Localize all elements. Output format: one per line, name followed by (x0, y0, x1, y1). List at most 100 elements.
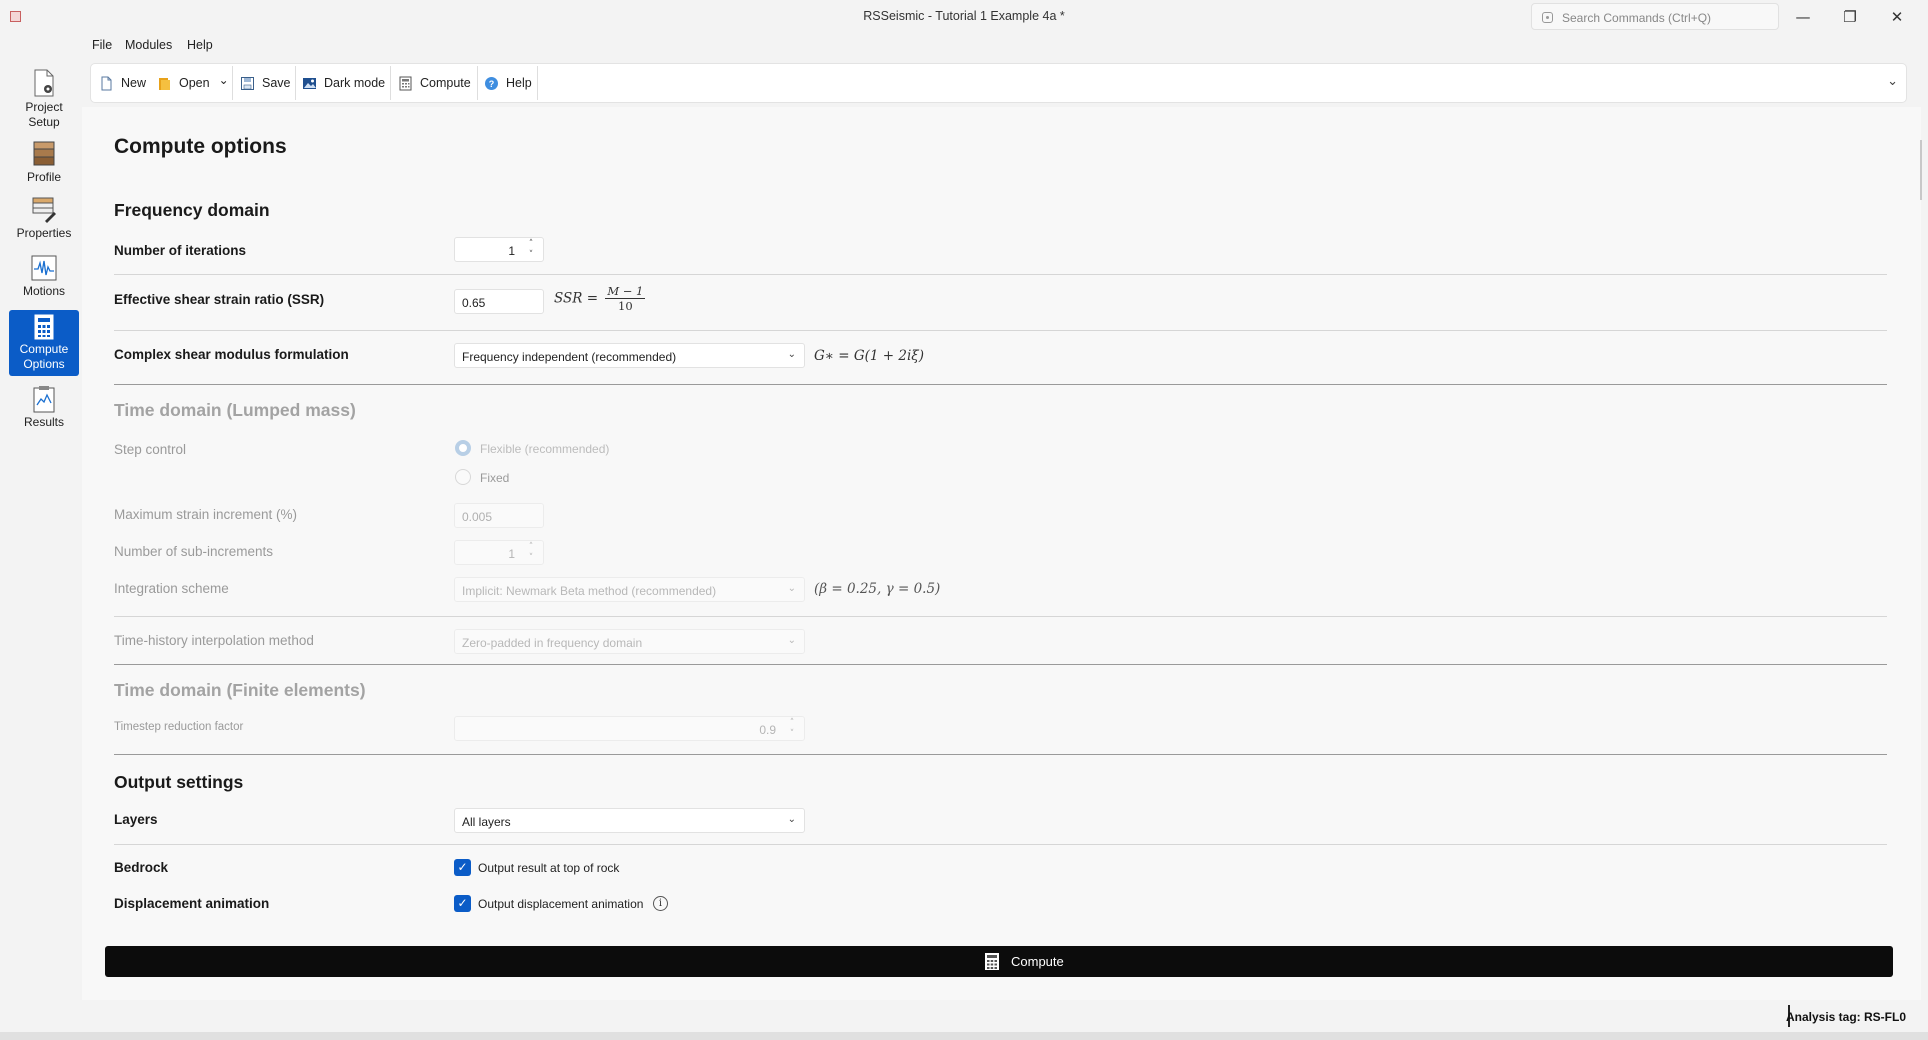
ssr-formula-numerator: M − 1 (605, 284, 646, 299)
stepper-arrows-icon[interactable]: ˄ ˅ (786, 717, 798, 742)
toolbar-compute-button[interactable]: Compute (398, 64, 471, 102)
nav-project-setup-label-2: Setup (28, 115, 60, 129)
toolbar-compute-label: Compute (420, 76, 471, 90)
modulus-formulation-value: Frequency independent (recommended) (462, 350, 677, 364)
step-fixed-radio[interactable] (455, 469, 471, 485)
ssr-input[interactable]: 0.65 (454, 289, 544, 314)
step-control-label: Step control (114, 442, 187, 457)
menu-help[interactable]: Help (187, 38, 213, 52)
minimize-button[interactable]: — (1780, 4, 1826, 30)
step-flexible-label: Flexible (recommended) (480, 442, 610, 456)
bedrock-label: Bedrock (114, 860, 169, 875)
toolbar: New Open ⌄ Save Dark mode Compute ? Help… (90, 63, 1907, 103)
menu-file[interactable]: File (92, 38, 112, 52)
timestep-reduction-value: 0.9 (759, 723, 776, 737)
info-icon[interactable]: i (653, 896, 668, 911)
interpolation-select[interactable]: Zero-padded in frequency domain ⌄ (454, 629, 805, 654)
step-fixed-label: Fixed (480, 471, 510, 485)
modulus-formula: G∗ = G(1 + 2iξ) (814, 348, 924, 364)
status-bar: Analysis tag: RS-FL0 (0, 1001, 1928, 1032)
chevron-down-icon: ⌄ (787, 814, 796, 825)
max-strain-input[interactable]: 0.005 (454, 503, 544, 528)
nav-profile-label: Profile (26, 170, 61, 184)
integration-scheme-label: Integration scheme (114, 581, 229, 596)
stepper-arrows-icon[interactable]: ˄ ˅ (525, 541, 537, 566)
layers-value: All layers (462, 815, 511, 829)
sub-increments-value: 1 (508, 547, 515, 561)
open-dropdown-chevron-icon[interactable]: ⌄ (219, 73, 229, 87)
open-label: Open (179, 76, 210, 90)
displacement-animation-checkbox-label: Output displacement animation (478, 897, 644, 911)
toolbar-separator (232, 66, 233, 100)
open-button[interactable]: Open ⌄ (157, 64, 229, 102)
toolbar-separator (477, 66, 478, 100)
iterations-stepper[interactable]: 1 ˄ ˅ (454, 237, 544, 262)
command-search-input[interactable]: Search Commands (Ctrl+Q) (1531, 3, 1779, 30)
new-button[interactable]: New (99, 64, 146, 102)
save-button[interactable]: Save (240, 64, 291, 102)
nav-motions[interactable]: Motions (9, 254, 79, 304)
new-label: New (121, 76, 147, 90)
nav-project-setup[interactable]: Project Setup (9, 64, 79, 132)
compute-button-label: Compute (1011, 954, 1064, 969)
stepper-arrows-icon[interactable]: ˄ ˅ (525, 238, 537, 263)
sub-increments-label: Number of sub-increments (114, 544, 274, 559)
step-flexible-radio[interactable] (455, 440, 471, 456)
divider (114, 330, 1887, 331)
frequency-domain-heading: Frequency domain (114, 200, 270, 220)
nav-results[interactable]: Results (9, 385, 79, 437)
compute-button[interactable]: Compute (105, 946, 1893, 977)
displacement-animation-checkbox[interactable]: ✓ (454, 895, 471, 912)
section-divider (114, 384, 1887, 385)
toolbar-separator (390, 66, 391, 100)
toolbar-help-label: Help (506, 76, 532, 90)
collapse-ribbon-chevron-icon[interactable]: ⌄ (1887, 74, 1898, 89)
displacement-animation-label: Displacement animation (114, 896, 270, 911)
save-label: Save (262, 76, 291, 90)
nav-compute-options[interactable]: Compute Options (9, 310, 79, 376)
vertical-scrollbar[interactable] (1920, 140, 1922, 200)
max-strain-value: 0.005 (462, 510, 493, 524)
nav-properties[interactable]: Properties (9, 196, 79, 244)
modulus-formulation-select[interactable]: Frequency independent (recommended) ⌄ (454, 343, 805, 368)
save-icon (241, 76, 254, 90)
time-domain-lumped-heading: Time domain (Lumped mass) (114, 400, 356, 420)
iterations-label: Number of iterations (114, 243, 247, 258)
output-settings-heading: Output settings (114, 772, 244, 792)
nav-project-setup-label-1: Project (25, 100, 63, 114)
nav-results-label: Results (23, 415, 64, 429)
search-icon (1542, 12, 1553, 23)
bottom-strip (0, 1032, 1928, 1040)
iterations-value: 1 (508, 244, 515, 258)
properties-icon (32, 197, 56, 223)
left-navigation: Project Setup Profile Properties Motions… (6, 60, 80, 1000)
integration-formula: (β = 0.25, γ = 0.5) (814, 581, 941, 597)
dark-mode-button[interactable]: Dark mode (302, 64, 385, 102)
divider (114, 274, 1887, 275)
timestep-reduction-label: Timestep reduction factor (114, 721, 244, 733)
project-setup-icon (34, 69, 54, 97)
menu-modules[interactable]: Modules (125, 38, 172, 52)
bedrock-checkbox[interactable]: ✓ (454, 859, 471, 876)
profile-layers-icon (33, 141, 55, 166)
ssr-formula: SSR = M − 1 10 (554, 284, 646, 313)
restore-button[interactable]: ❐ (1827, 4, 1873, 30)
motions-waveform-icon (31, 255, 57, 281)
nav-profile[interactable]: Profile (9, 140, 79, 190)
section-divider (114, 754, 1887, 755)
integration-scheme-value: Implicit: Newmark Beta method (recommend… (462, 584, 717, 598)
svg-text:?: ? (489, 79, 495, 89)
integration-scheme-select[interactable]: Implicit: Newmark Beta method (recommend… (454, 577, 805, 602)
close-button[interactable]: ✕ (1874, 4, 1920, 30)
toolbar-help-button[interactable]: ? Help (484, 64, 532, 102)
interpolation-value: Zero-padded in frequency domain (462, 636, 643, 650)
nav-properties-label: Properties (16, 226, 72, 240)
title-bar: RSSeismic - Tutorial 1 Example 4a * Sear… (0, 0, 1928, 33)
time-domain-fe-heading: Time domain (Finite elements) (114, 680, 366, 700)
bedrock-checkbox-label: Output result at top of rock (478, 861, 620, 875)
analysis-tag: Analysis tag: RS-FL0 (1785, 1010, 1906, 1024)
timestep-reduction-stepper[interactable]: 0.9 ˄ ˅ (454, 716, 805, 741)
page-title: Compute options (114, 135, 287, 158)
layers-select[interactable]: All layers ⌄ (454, 808, 805, 833)
sub-increments-stepper[interactable]: 1 ˄ ˅ (454, 540, 544, 565)
